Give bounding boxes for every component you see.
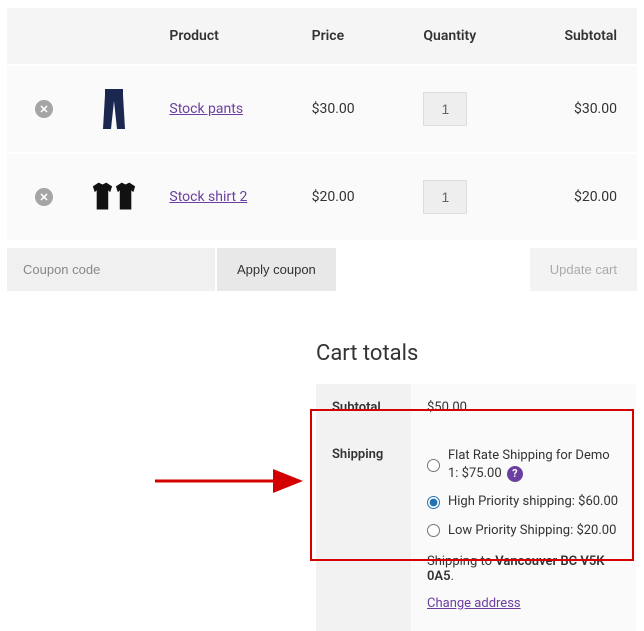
header-quantity: Quantity — [413, 8, 525, 65]
close-icon: ✕ — [39, 103, 48, 116]
shipping-option[interactable]: Low Priority Shipping: $20.00 — [427, 522, 620, 540]
shipping-option[interactable]: High Priority shipping: $60.00 — [427, 493, 620, 511]
help-icon[interactable]: ? — [507, 466, 523, 482]
shipping-radio[interactable] — [427, 459, 440, 472]
coupon-input[interactable] — [7, 248, 215, 291]
product-thumbnail[interactable] — [89, 172, 139, 222]
header-price: Price — [302, 8, 414, 65]
shipping-option[interactable]: Flat Rate Shipping for Demo 1: $75.00 ? — [427, 447, 620, 483]
quantity-stepper[interactable] — [423, 92, 467, 126]
shipping-label: Shipping — [316, 431, 411, 631]
annotation-arrow — [150, 466, 310, 496]
product-link[interactable]: Stock shirt 2 — [169, 189, 247, 205]
product-thumbnail[interactable] — [89, 84, 139, 134]
item-price: $20.00 — [302, 153, 414, 240]
update-cart-button[interactable]: Update cart — [530, 248, 637, 291]
item-subtotal: $20.00 — [525, 153, 637, 240]
subtotal-value: $50.00 — [411, 384, 636, 431]
cart-totals-title: Cart totals — [316, 341, 636, 366]
shipping-radio[interactable] — [427, 524, 440, 537]
remove-item-button[interactable]: ✕ — [35, 100, 53, 118]
shipping-destination: Shipping to Vancouver BC V5K 0A5. — [427, 554, 620, 584]
quantity-stepper[interactable] — [423, 180, 467, 214]
header-product: Product — [159, 8, 301, 65]
item-price: $30.00 — [302, 65, 414, 153]
subtotal-label: Subtotal — [316, 384, 411, 431]
cart-table: Product Price Quantity Subtotal ✕ Stock p… — [7, 8, 637, 240]
shipping-option-label: Flat Rate Shipping for Demo 1: $75.00 ? — [448, 447, 620, 483]
header-subtotal: Subtotal — [525, 8, 637, 65]
table-row: ✕ Stock pants $30.00 $30.00 — [7, 65, 637, 153]
item-subtotal: $30.00 — [525, 65, 637, 153]
cart-totals-table: Subtotal $50.00 Shipping Flat Rate Shipp… — [316, 384, 636, 631]
shipping-radio[interactable] — [427, 496, 440, 509]
close-icon: ✕ — [39, 191, 48, 204]
remove-item-button[interactable]: ✕ — [35, 188, 53, 206]
apply-coupon-button[interactable]: Apply coupon — [217, 248, 336, 291]
product-link[interactable]: Stock pants — [169, 101, 243, 117]
shipping-option-label: Low Priority Shipping: $20.00 — [448, 522, 620, 540]
shipping-option-label: High Priority shipping: $60.00 — [448, 493, 620, 511]
table-row: ✕ Stock shirt 2 $20.00 $20.00 — [7, 153, 637, 240]
change-address-link[interactable]: Change address — [427, 596, 521, 611]
